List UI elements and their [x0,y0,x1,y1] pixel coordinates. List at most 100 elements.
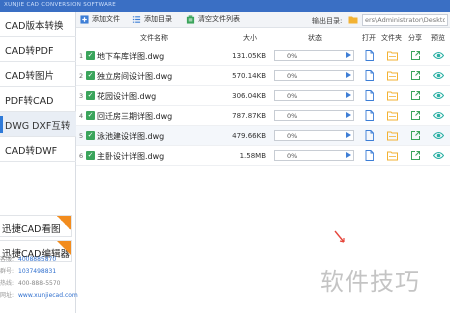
contact-link[interactable]: 1037498831 [18,268,56,275]
sidebar-item-label: PDF转CAD [5,96,54,107]
folder-icon[interactable] [387,90,398,101]
sidebar-item-cad-to-dwf[interactable]: CAD转DWF [0,137,76,162]
toolbar: 添加文件 添加目录 清空文件列表 输出目录: [76,12,450,28]
output-path-input[interactable] [362,14,448,26]
progress-text: 0% [287,92,298,100]
header-open: 打开 [362,34,376,42]
ribbon-icon [57,216,71,230]
share-icon[interactable] [410,110,421,121]
add-folder-label: 添加目录 [144,15,172,23]
file-size: 570.14KB [232,72,266,80]
folder-icon[interactable] [387,50,398,61]
folder-icon[interactable] [387,130,398,141]
share-icon[interactable] [410,50,421,61]
ribbon-icon [57,241,71,255]
folder-icon[interactable] [387,70,398,81]
share-icon[interactable] [410,70,421,81]
contact-key: 客服: [0,256,15,263]
output-dir-label: 输出目录: [312,17,343,25]
row-number: 4 [79,112,84,120]
add-file-button[interactable]: 添加文件 [80,14,120,26]
add-file-label: 添加文件 [92,15,120,23]
table-row[interactable]: 4 ✓ 回迁房三期详图.dwg 787.87KB 0% [76,106,450,126]
progress-text: 0% [287,132,298,140]
file-size: 479.66KB [232,132,266,140]
preview-eye-icon[interactable] [433,90,444,101]
contact-key: 热线: [0,280,15,287]
share-icon[interactable] [410,90,421,101]
table-row[interactable]: 3 ✓ 花园设计图.dwg 306.04KB 0% [76,86,450,106]
preview-eye-icon[interactable] [433,50,444,61]
title-bar: XUNJIE CAD CONVERSION SOFTWARE [0,0,450,12]
row-number: 6 [79,152,84,160]
table-row[interactable]: 1 ✓ 地下车库详图.dwg 131.05KB 0% [76,46,450,66]
contact-row-group: 群号: 1037498831 [0,266,76,278]
play-icon[interactable] [346,92,351,98]
table-row[interactable]: 2 ✓ 独立房间设计图.dwg 570.14KB 0% [76,66,450,86]
promo-label: 迅捷CAD看图 [2,224,61,235]
folder-icon[interactable] [387,150,398,161]
share-icon[interactable] [410,130,421,141]
sidebar-item-label: CAD版本转换 [5,21,64,32]
progress-text: 0% [287,52,298,60]
file-type-icon: ✓ [86,91,95,100]
progress-bar: 0% [274,150,354,161]
file-size: 306.04KB [232,92,266,100]
folder-icon[interactable] [387,110,398,121]
preview-eye-icon[interactable] [433,110,444,121]
add-file-icon [80,14,89,24]
table-row[interactable]: 5 ✓ 泳池建设详图.dwg 479.66KB 0% [76,126,450,146]
file-type-icon: ✓ [86,71,95,80]
contact-row-hotline: 热线: 400-888-5570 [0,278,76,290]
open-file-icon[interactable] [364,90,375,101]
clear-list-label: 清空文件列表 [198,15,240,23]
open-file-icon[interactable] [364,110,375,121]
preview-eye-icon[interactable] [433,130,444,141]
sidebar-item-dwg-dxf[interactable]: DWG DXF互转 [0,112,76,137]
file-size: 1.58MB [239,152,266,160]
file-size: 131.05KB [232,52,266,60]
play-icon[interactable] [346,132,351,138]
contact-key: 群号: [0,268,15,275]
open-file-icon[interactable] [364,50,375,61]
contact-key: 网址: [0,292,15,299]
play-icon[interactable] [346,112,351,118]
progress-text: 0% [287,152,298,160]
share-icon[interactable] [410,150,421,161]
output-folder-icon[interactable] [348,15,358,24]
add-folder-button[interactable]: 添加目录 [132,14,172,26]
watermark: 软件技巧 [320,268,420,296]
file-name: 独立房间设计图.dwg [97,72,173,81]
file-type-icon: ✓ [86,151,95,160]
file-name: 地下车库详图.dwg [97,52,165,61]
contact-link[interactable]: www.xunjiecad.com [18,292,78,299]
play-icon[interactable] [346,152,351,158]
play-icon[interactable] [346,72,351,78]
clear-list-button[interactable]: 清空文件列表 [186,14,240,26]
header-file-name: 文件名称 [140,34,168,42]
brand-text: XUNJIE CAD CONVERSION SOFTWARE [4,2,117,8]
promo-cad-viewer[interactable]: 迅捷CAD看图 [0,215,72,237]
open-file-icon[interactable] [364,130,375,141]
open-file-icon[interactable] [364,70,375,81]
play-icon[interactable] [346,52,351,58]
sidebar-item-pdf-to-cad[interactable]: PDF转CAD [0,87,76,112]
preview-eye-icon[interactable] [433,150,444,161]
contact-value: 400-888-5570 [18,280,61,287]
file-name: 回迁房三期详图.dwg [97,112,173,121]
file-name: 泳池建设详图.dwg [97,132,165,141]
sidebar-item-cad-version[interactable]: CAD版本转换 [0,12,76,37]
table-row[interactable]: 6 ✓ 主卧设计详图.dwg 1.58MB 0% [76,146,450,166]
sidebar-item-cad-to-image[interactable]: CAD转图片 [0,62,76,87]
sidebar-item-cad-to-pdf[interactable]: CAD转PDF [0,37,76,62]
progress-bar: 0% [274,50,354,61]
contact-row-support: 客服: 4008885870 [0,254,76,266]
preview-eye-icon[interactable] [433,70,444,81]
header-size: 大小 [243,34,257,42]
contact-link[interactable]: 4008885870 [18,256,56,263]
list-icon [132,15,141,23]
open-file-icon[interactable] [364,150,375,161]
progress-bar: 0% [274,130,354,141]
row-number: 1 [79,52,84,60]
sidebar-item-label: DWG DXF互转 [5,121,71,132]
